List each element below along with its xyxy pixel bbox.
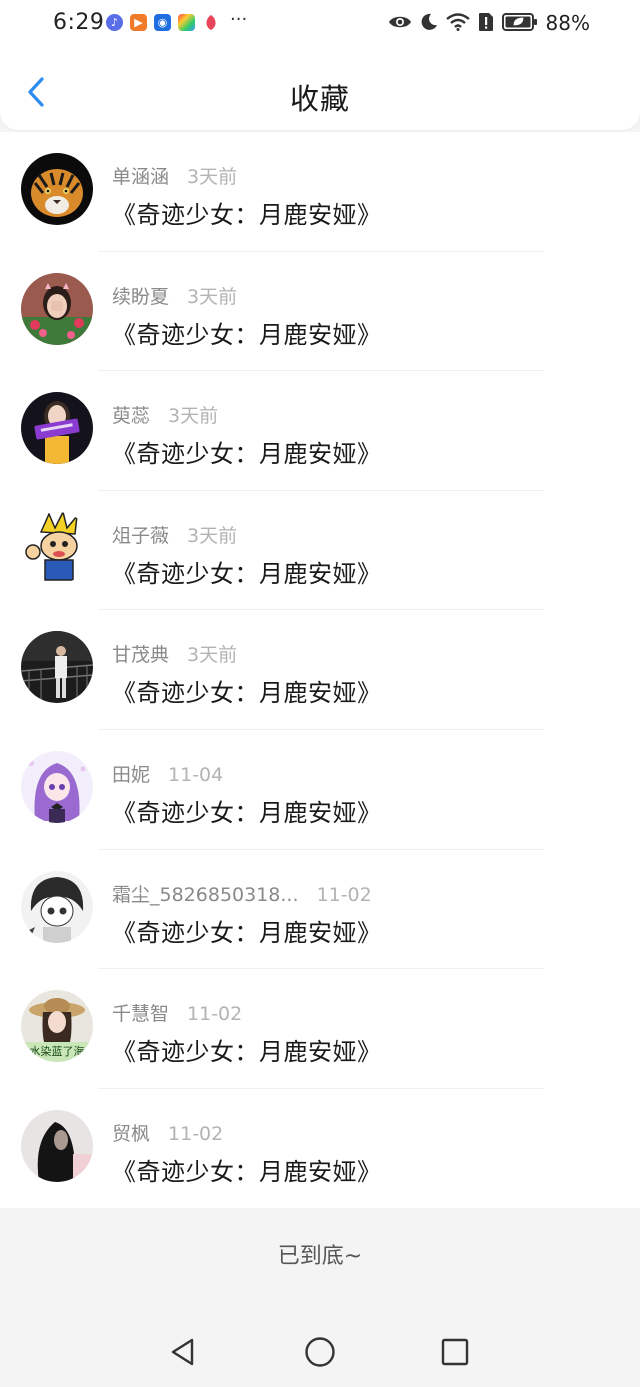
palette-app-icon — [178, 14, 195, 31]
item-title[interactable]: 《奇迹少女：月鹿安娅》 — [112, 793, 382, 828]
petal-app-icon — [202, 14, 219, 31]
long-hair-girl-avatar-image — [21, 1109, 93, 1182]
avatar[interactable] — [21, 511, 93, 584]
header: 收藏 — [0, 50, 640, 130]
list-item[interactable]: 俎子薇 3天前 《奇迹少女：月鹿安娅》 — [0, 491, 640, 611]
item-timestamp: 11-04 — [168, 763, 224, 786]
square-recents-icon — [441, 1338, 469, 1366]
item-title[interactable]: 《奇迹少女：月鹿安娅》 — [112, 434, 382, 469]
battery-percent: 88% — [545, 11, 590, 35]
avatar[interactable] — [21, 1109, 93, 1182]
nav-recents-button[interactable] — [438, 1335, 472, 1369]
avatar[interactable] — [21, 870, 93, 943]
eye-icon — [389, 16, 411, 28]
battery-saver-icon — [502, 13, 537, 31]
item-timestamp: 11-02 — [168, 1122, 224, 1145]
music-app-icon: ♪ — [106, 14, 123, 31]
item-meta: 单涵涵 3天前 — [112, 162, 237, 189]
item-timestamp: 11-02 — [316, 883, 372, 906]
item-username[interactable]: 俎子薇 — [112, 521, 169, 548]
item-username[interactable]: 千慧智 — [112, 999, 169, 1026]
item-timestamp: 3天前 — [187, 285, 238, 308]
girl-with-hat-avatar-image: 水染蓝了海 — [21, 990, 93, 1063]
avatar-caption: 水染蓝了海 — [30, 1044, 85, 1058]
item-username[interactable]: 萸蕊 — [112, 401, 150, 428]
status-bar: 6:29 ♪ ▶ ◉ ··· 88% — [0, 0, 640, 50]
avatar[interactable] — [21, 272, 93, 345]
wifi-icon — [446, 13, 470, 31]
favorites-list: 单涵涵 3天前 《奇迹少女：月鹿安娅》 续盼夏 3天前 《奇迹少女：月鹿安娅》 … — [0, 132, 640, 1208]
avatar[interactable] — [21, 153, 93, 225]
list-item[interactable]: 单涵涵 3天前 《奇迹少女：月鹿安娅》 — [0, 132, 640, 252]
item-meta: 霜尘_5826850318... 11-02 — [112, 880, 372, 907]
list-item[interactable]: 霜尘_5826850318... 11-02 《奇迹少女：月鹿安娅》 — [0, 850, 640, 970]
list-item[interactable]: 田妮 11-04 《奇迹少女：月鹿安娅》 — [0, 730, 640, 850]
circle-home-icon — [305, 1337, 335, 1367]
avatar[interactable] — [21, 750, 93, 823]
item-title[interactable]: 《奇迹少女：月鹿安娅》 — [112, 1152, 382, 1187]
item-username[interactable]: 单涵涵 — [112, 162, 169, 189]
item-meta: 萸蕊 3天前 — [112, 401, 218, 428]
anime-boy-sketch-avatar-image — [21, 870, 93, 943]
nav-back-button[interactable] — [166, 1335, 200, 1369]
sim-alert-icon — [479, 13, 493, 31]
item-username[interactable]: 贸枫 — [112, 1119, 150, 1146]
avatar[interactable] — [21, 392, 93, 465]
cartoon-character-avatar-image — [21, 511, 93, 584]
anime-girl-purple-avatar-image — [21, 750, 93, 823]
system-nav-bar — [0, 1315, 640, 1387]
item-timestamp: 3天前 — [187, 644, 238, 667]
person-at-railing-avatar-image — [21, 631, 93, 704]
status-app-icons: ♪ ▶ ◉ ··· — [106, 9, 247, 31]
item-meta: 千慧智 11-02 — [112, 999, 242, 1026]
item-meta: 续盼夏 3天前 — [112, 282, 237, 309]
item-title[interactable]: 《奇迹少女：月鹿安娅》 — [112, 315, 382, 350]
triangle-back-icon — [171, 1338, 194, 1366]
item-username[interactable]: 霜尘_5826850318... — [112, 880, 299, 907]
girl-with-flowers-avatar-image — [21, 272, 93, 345]
item-username[interactable]: 续盼夏 — [112, 282, 169, 309]
item-title[interactable]: 《奇迹少女：月鹿安娅》 — [112, 1032, 382, 1067]
item-timestamp: 11-02 — [187, 1003, 243, 1026]
item-timestamp: 3天前 — [187, 166, 238, 188]
list-item[interactable]: 水染蓝了海 千慧智 11-02 《奇迹少女：月鹿安娅》 — [0, 969, 640, 1089]
item-meta: 贸枫 11-02 — [112, 1119, 223, 1146]
item-timestamp: 3天前 — [168, 405, 219, 428]
girl-with-sign-avatar-image — [21, 392, 93, 465]
item-timestamp: 3天前 — [187, 524, 238, 547]
screen: 6:29 ♪ ▶ ◉ ··· 88% 收藏 单涵涵 3天前 《奇迹少女：月鹿安娅… — [0, 0, 640, 1387]
status-time: 6:29 — [53, 10, 105, 35]
nav-home-button[interactable] — [303, 1335, 337, 1369]
item-username[interactable]: 甘茂典 — [112, 640, 169, 667]
page-title: 收藏 — [289, 82, 350, 116]
item-meta: 田妮 11-04 — [112, 760, 223, 787]
avatar[interactable]: 水染蓝了海 — [21, 990, 93, 1063]
item-title[interactable]: 《奇迹少女：月鹿安娅》 — [112, 913, 382, 948]
avatar[interactable] — [21, 631, 93, 704]
bulb-app-icon: ◉ — [154, 14, 171, 31]
more-notifications-icon: ··· — [230, 9, 248, 30]
item-title[interactable]: 《奇迹少女：月鹿安娅》 — [112, 195, 382, 230]
item-meta: 俎子薇 3天前 — [112, 521, 237, 548]
moon-icon — [421, 13, 437, 30]
item-title[interactable]: 《奇迹少女：月鹿安娅》 — [112, 554, 382, 589]
tiger-avatar-image — [21, 153, 93, 225]
list-item[interactable]: 续盼夏 3天前 《奇迹少女：月鹿安娅》 — [0, 252, 640, 372]
end-of-list-text: 已到底~ — [277, 1244, 363, 1269]
item-meta: 甘茂典 3天前 — [112, 640, 237, 667]
item-username[interactable]: 田妮 — [112, 760, 150, 787]
list-item[interactable]: 甘茂典 3天前 《奇迹少女：月鹿安娅》 — [0, 610, 640, 730]
list-item[interactable]: 贸枫 11-02 《奇迹少女：月鹿安娅》 — [0, 1089, 640, 1209]
item-title[interactable]: 《奇迹少女：月鹿安娅》 — [112, 673, 382, 708]
status-indicators — [388, 12, 538, 32]
list-item[interactable]: 萸蕊 3天前 《奇迹少女：月鹿安娅》 — [0, 371, 640, 491]
video-app-icon: ▶ — [130, 14, 147, 31]
